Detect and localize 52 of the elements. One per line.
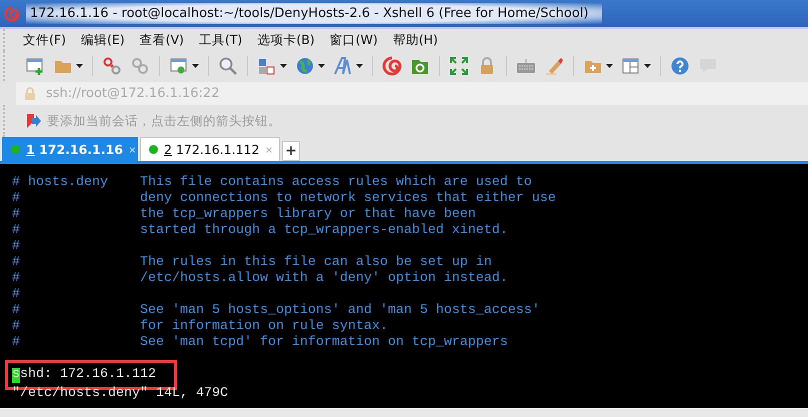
dropdown-caret-icon [644,64,651,68]
session-tab[interactable]: 1 172.16.1.16 × [2,137,138,161]
fullscreen-icon [449,56,469,76]
disconnect-icon [102,56,122,76]
tab-label[interactable]: 1 172.16.1.16 [26,142,123,157]
terminal-line: "/etc/hosts.deny" 14L, 479C [12,386,228,401]
menu-item[interactable]: 选项卡(B) [257,32,315,48]
dropdown-caret-icon [318,64,325,68]
toolbar-button[interactable] [380,54,404,78]
hint-text: 要添加当前会话，点击左侧的箭头按钮。 [47,112,281,130]
new-tab-button[interactable]: + [282,141,300,161]
highlighter-icon [544,56,564,76]
dropdown-caret-icon [76,64,83,68]
spiral-logo-icon [4,6,20,22]
window-title: 172.16.1.16 - root@localhost:~/tools/DenyHosts-2.6 - Xshell 6 (Free for Home/School) [26,3,602,24]
help-icon [670,56,690,76]
settings-icon [169,56,189,76]
layout-icon [621,56,641,76]
arrow-icon[interactable] [27,114,41,128]
comment-line: # started through a tcp_wrappers-enabled xinetd. [12,223,508,238]
dropdown-caret-icon [280,64,287,68]
dropdown-caret-icon [356,64,363,68]
session-tab[interactable]: 2 172.16.1.112 × [140,137,280,161]
link-icon [130,56,150,76]
comment-line: # deny connections to network services that either use [12,191,556,206]
menu-item[interactable]: 帮助(H) [392,32,438,48]
menu-item[interactable]: 文件(F) [23,32,66,48]
transfer-icon [257,56,277,76]
comment-line: # [12,287,20,302]
comment-line: # The rules in this file can also be set up in [12,255,492,270]
dropdown-caret-icon [192,64,199,68]
menu-item[interactable]: 窗口(W) [330,32,378,48]
lock-icon [24,87,36,100]
menu-item[interactable]: 工具(T) [198,32,242,48]
comment-line: # hosts.deny This file contains access rules which are used to [12,175,532,190]
tab-label[interactable]: 2 172.16.1.112 [164,142,260,157]
font-icon [333,56,353,76]
toolbar-button[interactable] [447,54,471,78]
comment-line: # for information on rule syntax. [12,319,388,334]
comment-line: # See 'man tcpd' for information on tcp_wrappers [12,335,508,350]
keyboard-icon [516,56,536,76]
menu-item[interactable]: 查看(V) [140,32,184,48]
comment-line: # See 'man 5 hosts_options' and 'man 5 hosts_access' [12,303,540,318]
comment-line: # [12,239,20,254]
comment-line: # /etc/hosts.allow with a 'deny' option instead. [12,271,508,286]
dropdown-caret-icon [606,64,613,68]
comment-line: # the tcp_wrappers library or that have been [12,207,476,222]
spiral-logo-icon [382,56,402,76]
menu-item[interactable]: 编辑(E) [80,32,125,48]
new-session-icon [25,56,45,76]
search-icon [218,56,238,76]
globe-icon [295,56,315,76]
